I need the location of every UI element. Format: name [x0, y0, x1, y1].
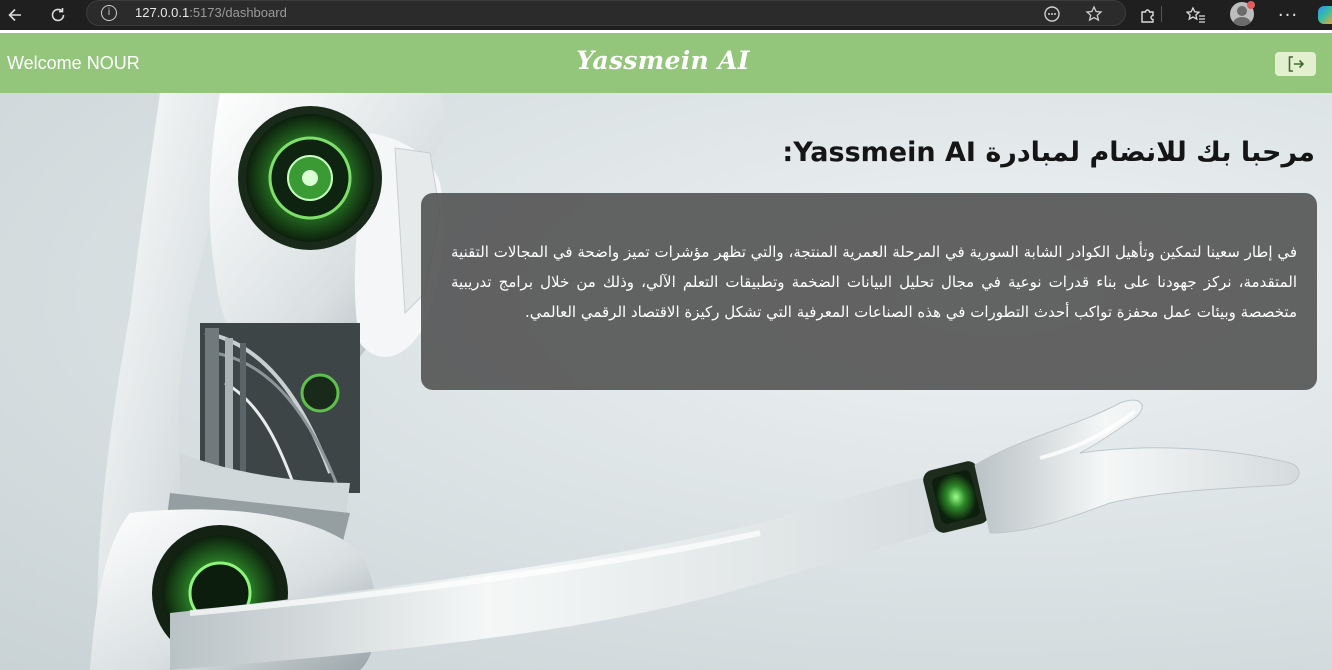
back-arrow-icon[interactable] [3, 3, 27, 27]
more-icon[interactable]: ··· [1276, 3, 1300, 27]
extensions-icon[interactable] [1136, 3, 1160, 27]
intro-paragraph: في إطار سعينا لتمكين وتأهيل الكوادر الشا… [451, 243, 1297, 321]
app-header: Welcome NOUR Yassmein AI [0, 33, 1332, 93]
reader-icon[interactable] [1041, 3, 1063, 25]
address-bar[interactable]: i 127.0.0.1:5173/dashboard [86, 0, 1162, 26]
copilot-icon[interactable] [1318, 6, 1332, 24]
notification-dot [1247, 1, 1255, 9]
intro-card: في إطار سعينا لتمكين وتأهيل الكوادر الشا… [421, 193, 1317, 390]
address-bar-divider [1161, 6, 1162, 22]
site-info-icon[interactable]: i [101, 5, 117, 21]
reload-icon[interactable] [46, 3, 70, 27]
welcome-heading: مرحبا بك للانضام لمبادرة Yassmein AI: [782, 137, 1315, 168]
hero-section: مرحبا بك للانضام لمبادرة Yassmein AI: في… [0, 93, 1332, 670]
browser-toolbar: i 127.0.0.1:5173/dashboard ··· [0, 0, 1332, 30]
logout-button[interactable] [1275, 52, 1316, 76]
url-text[interactable]: 127.0.0.1:5173/dashboard [135, 5, 287, 20]
logout-icon [1288, 56, 1304, 72]
star-icon[interactable] [1083, 3, 1105, 25]
favorites-icon[interactable] [1184, 3, 1208, 27]
brand-title[interactable]: Yassmein AI [0, 46, 1326, 75]
